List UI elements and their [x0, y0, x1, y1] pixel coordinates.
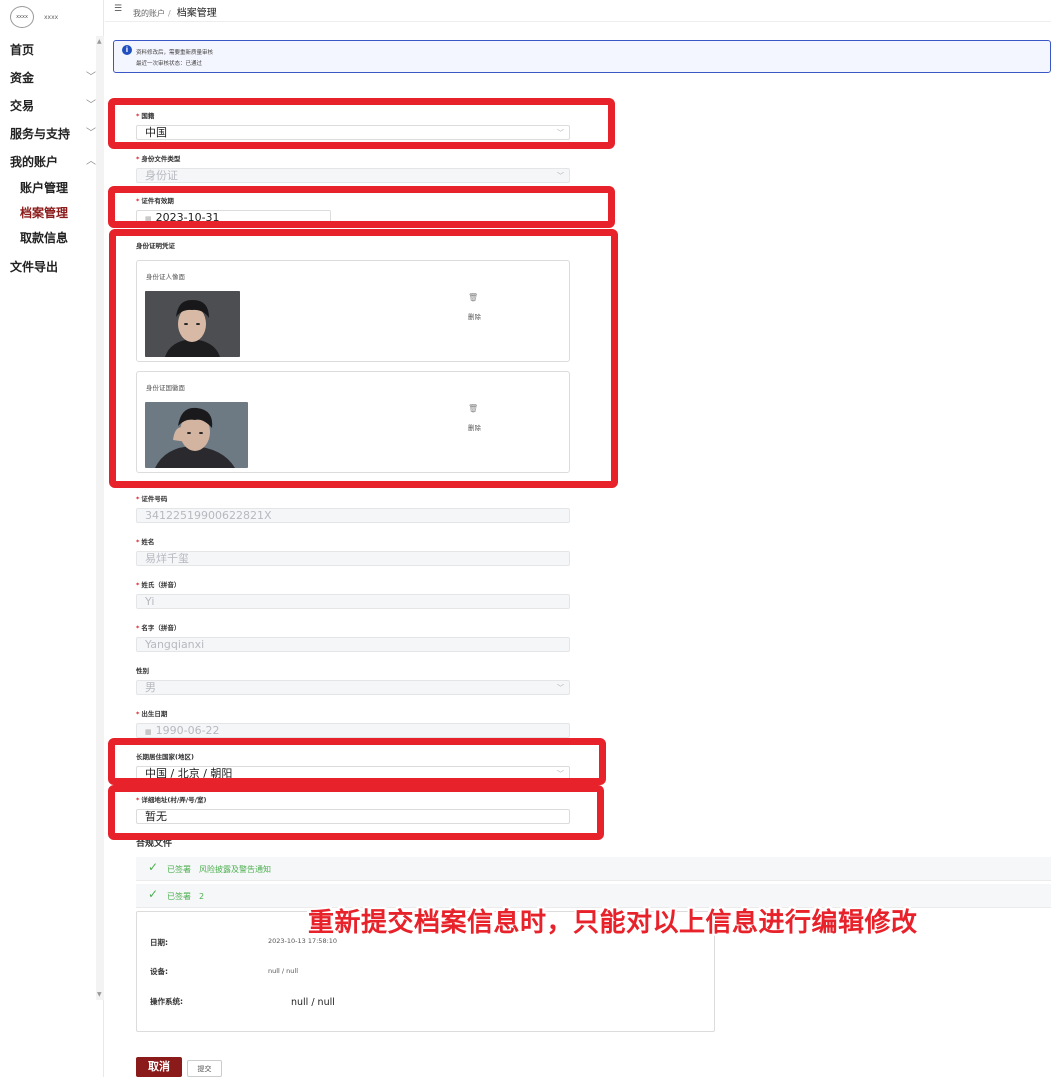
os-value: null / null — [291, 997, 335, 1008]
chevron-down-icon: ﹀ — [86, 128, 96, 139]
info-icon: i — [122, 45, 132, 55]
sidebar-item-label: 我的账户 — [10, 155, 59, 169]
field-label: 名字（拼音） — [141, 624, 181, 632]
menu-toggle-icon[interactable]: ☰ — [114, 4, 122, 14]
sidebar-subitem-withdrawal-info[interactable]: 取款信息 — [10, 226, 90, 251]
logo-mark: xxxx — [10, 6, 34, 28]
highlight-box-validity — [108, 186, 615, 228]
sidebar-item-funds[interactable]: 资金 ﹀ — [10, 64, 96, 92]
field-label: 出生日期 — [141, 710, 168, 718]
id-number-field: * 证件号码 34122519900622821X — [136, 493, 570, 523]
sidebar-item-label: 首页 — [10, 43, 35, 57]
document-name: 风险披露及警告通知 — [199, 865, 271, 874]
alert-line-1: 资料修改后，需要重新质量审核 — [136, 50, 214, 56]
submit-button[interactable]: 提交 — [187, 1060, 222, 1077]
chevron-down-icon: ﹀ — [557, 172, 564, 180]
alert-line-2: 最近一次审核状态：已通过 — [136, 61, 203, 67]
sidebar-item-file-export[interactable]: 文件导出 — [10, 253, 90, 281]
sidebar-item-trade[interactable]: 交易 ﹀ — [10, 92, 96, 120]
check-icon: ✓ — [148, 887, 159, 901]
breadcrumb-parent[interactable]: 我的账户 — [133, 9, 165, 18]
birth-date-field: * 出生日期 ▦ 1990-06-22 — [136, 708, 570, 738]
sidebar-menu: 首页 资金 ﹀ 交易 ﹀ 服务与支持 ﹀ 我的账户 ︿ 账户管理 档案管理 取款信息 文… — [10, 36, 96, 281]
sidebar-item-service[interactable]: 服务与支持 ﹀ — [10, 120, 96, 148]
annotation-caption: 重新提交档案信息时，只能对以上信息进行编辑修改 — [308, 908, 918, 938]
scroll-up-icon[interactable]: ▲ — [97, 38, 102, 45]
device-value: null / null — [268, 967, 299, 975]
breadcrumb-separator: / — [168, 9, 171, 18]
info-alert: i 资料修改后，需要重新质量审核 最近一次审核状态：已通过 — [113, 40, 1051, 73]
id-number-input: 34122519900622821X — [136, 508, 570, 523]
document-name: 2 — [199, 892, 205, 901]
os-label: 操作系统: — [150, 997, 183, 1006]
calendar-icon: ▦ — [145, 728, 152, 736]
name-input: 易烊千玺 — [136, 551, 570, 566]
sidebar-item-label: 交易 — [10, 99, 35, 113]
sidebar-item-label: 服务与支持 — [10, 127, 71, 141]
highlight-box-id-proof — [109, 229, 618, 488]
sidebar-subitem-account-management[interactable]: 账户管理 — [10, 176, 90, 201]
device-label: 设备: — [150, 967, 168, 976]
gender-select: 男 ﹀ — [136, 680, 570, 695]
surname-pinyin-field: * 姓氏（拼音） Yi — [136, 579, 570, 609]
highlight-box-address — [108, 785, 604, 840]
birth-date-input: ▦ 1990-06-22 — [136, 723, 570, 738]
surname-pinyin-input: Yi — [136, 594, 570, 609]
highlight-box-residence — [108, 738, 606, 785]
sidebar-item-my-account[interactable]: 我的账户 ︿ — [10, 148, 96, 176]
id-type-field: * 身份文件类型 身份证 ﹀ — [136, 153, 570, 183]
chevron-down-icon: ﹀ — [86, 72, 96, 83]
chevron-up-icon: ︿ — [86, 156, 96, 167]
topbar: ☰ 我的账户 / 档案管理 — [105, 0, 1051, 22]
sidebar-subitem-profile-management[interactable]: 档案管理 — [10, 201, 90, 226]
sidebar-scrollbar[interactable]: ▲ ▼ — [96, 36, 104, 1000]
signed-status: 已签署 — [167, 892, 191, 901]
given-pinyin-input: Yangqianxi — [136, 637, 570, 652]
chevron-down-icon: ﹀ — [86, 100, 96, 111]
signed-status: 已签署 — [167, 865, 191, 874]
field-label: 姓名 — [141, 538, 155, 546]
sidebar: xxxx xxxx 首页 资金 ﹀ 交易 ﹀ 服务与支持 ﹀ 我的账户 ︿ 账户管理 档… — [0, 0, 104, 1077]
name-field: * 姓名 易烊千玺 — [136, 536, 570, 566]
given-pinyin-field: * 名字（拼音） Yangqianxi — [136, 622, 570, 652]
gender-field: 性别 男 ﹀ — [136, 665, 570, 695]
breadcrumb-current: 档案管理 — [176, 8, 217, 19]
logo-text: xxxx — [44, 13, 59, 21]
sidebar-item-label: 文件导出 — [10, 260, 59, 274]
logo[interactable]: xxxx xxxx — [10, 6, 58, 28]
field-label: 性别 — [136, 667, 149, 675]
compliance-row[interactable]: ✓ 已签署 风险披露及警告通知 — [136, 857, 1051, 881]
scroll-down-icon[interactable]: ▼ — [97, 991, 102, 998]
field-label: 姓氏（拼音） — [141, 581, 181, 589]
field-label: 身份文件类型 — [141, 155, 181, 163]
field-label: 证件号码 — [141, 495, 168, 503]
chevron-down-icon: ﹀ — [557, 684, 564, 692]
cancel-button[interactable]: 取消 — [136, 1057, 182, 1077]
check-icon: ✓ — [148, 860, 159, 874]
sidebar-item-home[interactable]: 首页 — [10, 36, 90, 64]
id-type-select: 身份证 ﹀ — [136, 168, 570, 183]
sidebar-item-label: 资金 — [10, 71, 35, 85]
date-label: 日期: — [150, 938, 168, 947]
breadcrumb: 我的账户 / 档案管理 — [133, 4, 217, 19]
highlight-box-nationality — [108, 98, 615, 149]
